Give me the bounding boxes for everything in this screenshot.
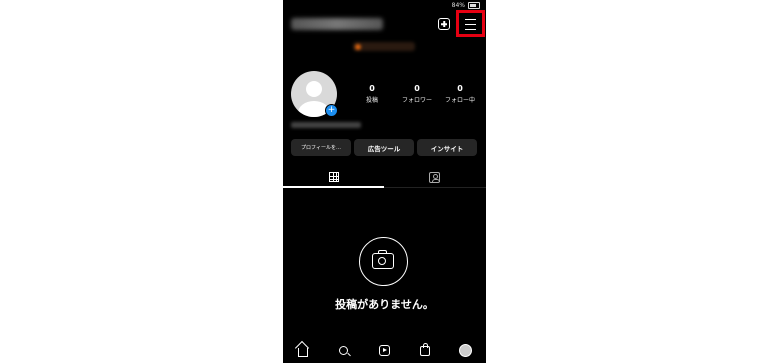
search-icon xyxy=(339,345,349,355)
insights-button[interactable]: インサイト xyxy=(417,139,477,156)
posts-count: 0 xyxy=(369,84,375,93)
edit-profile-button[interactable]: プロフィールを… xyxy=(291,139,351,156)
posts-stat[interactable]: 0 投稿 xyxy=(350,84,394,104)
following-count: 0 xyxy=(457,84,463,93)
posts-label: 投稿 xyxy=(365,97,378,104)
followers-stat[interactable]: 0 フォロワー xyxy=(395,84,439,104)
profile-avatar-icon xyxy=(459,343,473,357)
add-story-plus-icon[interactable]: + xyxy=(325,104,338,117)
bottom-nav xyxy=(283,337,486,363)
menu-line xyxy=(465,19,476,21)
username-blurred[interactable] xyxy=(291,18,383,30)
status-bar: 84% xyxy=(452,0,480,10)
battery-icon xyxy=(468,1,480,9)
tab-tagged[interactable] xyxy=(384,168,485,186)
create-post-icon[interactable] xyxy=(438,18,450,30)
nav-reels[interactable] xyxy=(377,343,391,357)
nav-search[interactable] xyxy=(337,343,351,357)
tagged-person-icon xyxy=(429,171,440,183)
shopping-bag-icon xyxy=(420,343,431,356)
home-icon xyxy=(298,347,309,357)
followers-count: 0 xyxy=(414,84,420,93)
camera-icon[interactable] xyxy=(359,237,408,286)
grid-icon xyxy=(328,172,339,182)
phone-screen: 84% + 0 投稿 0 フォロワー 0 フォロー中 プロフィールを… 広告ツー… xyxy=(283,0,486,363)
ad-tools-button[interactable]: 広告ツール xyxy=(354,139,414,156)
menu-button-highlighted[interactable] xyxy=(456,10,485,37)
nav-home[interactable] xyxy=(296,343,310,357)
reels-icon xyxy=(378,344,390,356)
battery-percentage: 84% xyxy=(451,1,465,9)
professional-dashboard-banner-blurred[interactable] xyxy=(353,42,415,51)
tab-posts-grid[interactable] xyxy=(283,168,384,186)
bio-blurred xyxy=(291,122,361,128)
nav-shop[interactable] xyxy=(418,343,432,357)
following-stat[interactable]: 0 フォロー中 xyxy=(438,84,482,104)
menu-line xyxy=(465,24,476,26)
followers-label: フォロワー xyxy=(401,97,432,104)
no-posts-message: 投稿がありません。 xyxy=(335,298,434,311)
active-tab-indicator xyxy=(283,186,384,188)
camera-body xyxy=(372,253,394,269)
following-label: フォロー中 xyxy=(444,97,475,104)
avatar-placeholder-head xyxy=(306,81,322,97)
nav-profile[interactable] xyxy=(459,343,473,357)
menu-line xyxy=(465,29,476,31)
